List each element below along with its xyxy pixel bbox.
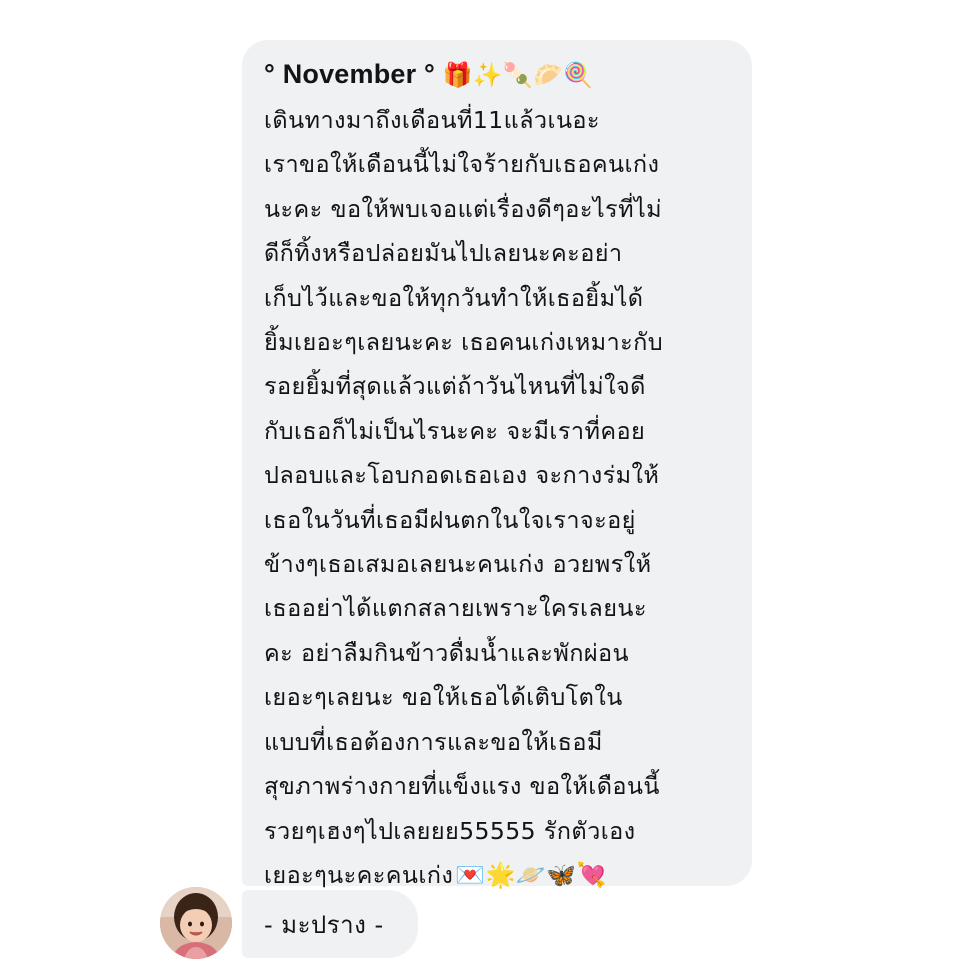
message-line: ยิ้มเยอะๆเลยนะคะ เธอคนเก่งเหมาะกับ (264, 328, 664, 357)
message-line: รอยยิ้มที่สุดแล้วแต่ถ้าวันไหนที่ไม่ใจดี (264, 372, 646, 401)
message-title-text: ° November ° (264, 59, 436, 89)
message-line: ดีก็ทิ้งหรือปล่อยมันไปเลยนะคะอย่า (264, 239, 623, 268)
message-line: เธอในวันที่เธอมีฝนตกในใจเราจะอยู่ (264, 505, 636, 534)
avatar[interactable] (160, 887, 232, 959)
message-body: เดินทางมาถึงเดือนที่11แล้วเนอะ เราขอให้เ… (264, 98, 734, 897)
message-line: ข้างๆเธอเสมอเลยนะคนเก่ง อวยพรให้ (264, 550, 652, 579)
message-line: กับเธอก็ไม่เป็นไรนะคะ จะมีเราที่คอย (264, 416, 646, 445)
message-line: ปลอบและโอบกอดเธอเอง จะกางร่มให้ (264, 461, 660, 490)
child-avatar-icon (160, 887, 232, 959)
message-line: เราขอให้เดือนนี้ไม่ใจร้ายกับเธอคนเก่ง (264, 150, 660, 179)
gift-sparkles-dango-dumpling-lollipop-icon: 🎁✨🍡🥟🍭 (442, 62, 594, 89)
message-line: รวยๆเฮงๆไปเลยยย55555 รักตัวเอง (264, 816, 636, 845)
message-line: เก็บไว้และขอให้ทุกวันทำให้เธอยิ้มได้ (264, 283, 644, 312)
message-line: แบบที่เธอต้องการและขอให้เธอมี (264, 727, 603, 756)
message-line: เธออย่าได้แตกสลายเพราะใครเลยนะ (264, 594, 647, 623)
message-line: คะ อย่าลืมกินข้าวดื่มน้ำและพักผ่อน (264, 638, 629, 667)
message-line: เยอะๆเลยนะ ขอให้เธอได้เติบโตใน (264, 683, 623, 712)
message-title: ° November ° 🎁✨🍡🥟🍭 (264, 54, 734, 98)
signature-bubble[interactable]: - มะปราง - (242, 890, 418, 958)
letter-star-planet-butterfly-heart-icon: 💌🌟🪐🦋💘 (455, 860, 607, 889)
message-line: เดินทางมาถึงเดือนที่11แล้วเนอะ (264, 106, 600, 134)
signature-text: - มะปราง - (264, 910, 384, 939)
message-line: นะคะ ขอให้พบเจอแต่เรื่องดีๆอะไรที่ไม่ (264, 194, 663, 223)
message-line: สุขภาพร่างกายที่แข็งแรง ขอให้เดือนนี้ (264, 772, 660, 801)
message-last-line-text: เยอะๆนะคะคนเก่ง (264, 860, 454, 889)
message-bubble[interactable]: ° November ° 🎁✨🍡🥟🍭 เดินทางมาถึงเดือนที่1… (242, 40, 752, 889)
